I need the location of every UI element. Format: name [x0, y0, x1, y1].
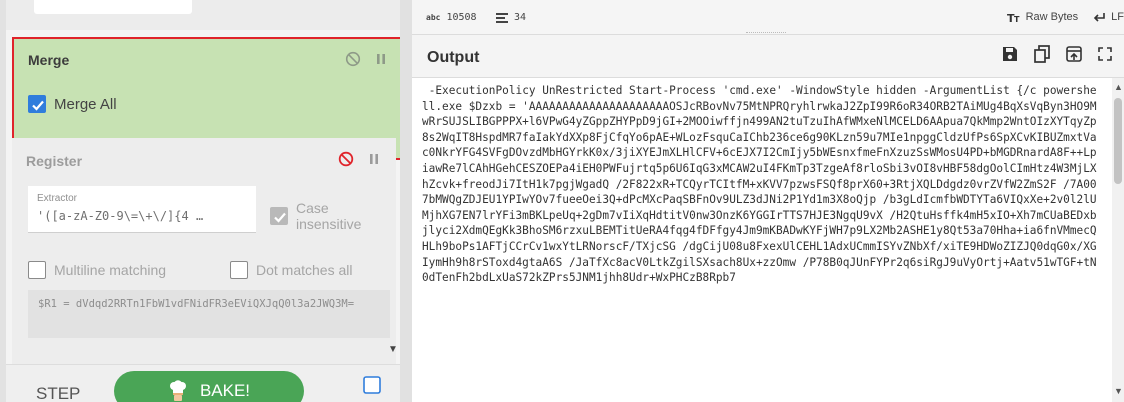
register-title: Register: [26, 153, 83, 169]
disable-icon[interactable]: [345, 51, 361, 67]
merge-all-checkbox[interactable]: [28, 95, 46, 113]
raw-bytes-button[interactable]: TT Raw Bytes: [1007, 11, 1079, 25]
scroll-up-icon[interactable]: ▲: [1114, 82, 1123, 92]
output-panel: abc 10508 34 TT Raw Bytes LF Output -Exe…: [412, 0, 1124, 402]
recipe-panel: Merge Merge All Register Extractor '([a-…: [0, 0, 400, 402]
return-icon: [1092, 12, 1106, 23]
maximise-icon[interactable]: [1098, 47, 1112, 61]
lines-icon: [496, 12, 508, 23]
pane-divider[interactable]: [400, 0, 412, 402]
merge-title: Merge: [28, 52, 70, 68]
save-icon[interactable]: [1002, 46, 1018, 62]
dot-matches-all-checkbox-row[interactable]: Dot matches all: [230, 261, 352, 279]
svg-text:T: T: [1014, 15, 1020, 23]
step-button[interactable]: STEP: [36, 384, 80, 402]
dot-matches-all-label: Dot matches all: [256, 262, 353, 278]
raw-bytes-label: Raw Bytes: [1025, 11, 1079, 23]
register-controls: [338, 151, 380, 167]
multiline-checkbox[interactable]: [28, 261, 46, 279]
extractor-value: '([a-zA-Z0-9\=\+\/]{4 …: [37, 209, 204, 223]
output-header: Output: [412, 35, 1124, 78]
previous-operation-stub: [6, 0, 400, 30]
dot-matches-all-checkbox[interactable]: [230, 261, 248, 279]
scroll-down-icon[interactable]: ▼: [1114, 386, 1123, 396]
line-ending-button[interactable]: LF: [1092, 11, 1124, 23]
merge-all-checkbox-row[interactable]: Merge All: [28, 95, 117, 113]
length-key: abc: [426, 13, 441, 22]
line-ending-label: LF: [1111, 11, 1124, 23]
output-length: 10508: [446, 12, 477, 23]
output-lines: 34: [514, 12, 527, 23]
merge-all-label: Merge All: [54, 95, 117, 113]
output-lines-stat: 34: [496, 12, 526, 23]
scrollbar-thumb[interactable]: [1114, 98, 1122, 184]
recipe-grip: [0, 0, 6, 402]
case-insensitive-checkbox[interactable]: [270, 207, 288, 225]
output-text[interactable]: -ExecutionPolicy UnRestricted Start-Proc…: [422, 83, 1102, 402]
replace-input-icon[interactable]: [1066, 46, 1082, 62]
extractor-label: Extractor: [37, 193, 78, 204]
output-stats-bar: abc 10508 34 TT Raw Bytes LF: [412, 0, 1124, 35]
pause-icon[interactable]: [368, 152, 380, 166]
output-title: Output: [427, 49, 480, 66]
bake-button[interactable]: BAKE!: [114, 371, 304, 402]
register-output-format[interactable]: $R1 = dVdqd2RRTn1FbW1vdFNidFR3eEViQXJqQ0…: [28, 290, 390, 338]
merge-controls: [345, 51, 387, 67]
output-length-stat: abc 10508: [426, 12, 477, 23]
output-format-controls: TT Raw Bytes LF: [1007, 11, 1124, 25]
auto-bake-checkbox[interactable]: [362, 375, 382, 395]
multiline-checkbox-row[interactable]: Multiline matching: [28, 261, 166, 279]
resize-grip[interactable]: [746, 32, 786, 34]
disable-icon[interactable]: [338, 151, 354, 167]
case-insensitive-label: Case insensitive: [296, 200, 362, 232]
bake-controls: STEP BAKE!: [6, 364, 400, 402]
chevron-down-icon[interactable]: ▼: [388, 344, 398, 355]
case-insensitive-checkbox-row[interactable]: Case insensitive: [270, 200, 396, 232]
multiline-label: Multiline matching: [54, 262, 167, 278]
extractor-field[interactable]: Extractor '([a-zA-Z0-9\=\+\/]{4 …: [28, 186, 256, 233]
output-toolbar: [1002, 45, 1112, 63]
previous-operation-field[interactable]: [34, 0, 192, 14]
copy-icon[interactable]: [1034, 45, 1050, 63]
output-scrollbar[interactable]: ▲ ▼: [1112, 78, 1124, 402]
pause-icon[interactable]: [375, 52, 387, 66]
font-icon: TT: [1007, 12, 1021, 25]
chef-icon: [168, 380, 188, 402]
bake-label: BAKE!: [199, 381, 251, 400]
register-operation[interactable]: Register Extractor '([a-zA-Z0-9\=\+\/]{4…: [12, 138, 396, 364]
